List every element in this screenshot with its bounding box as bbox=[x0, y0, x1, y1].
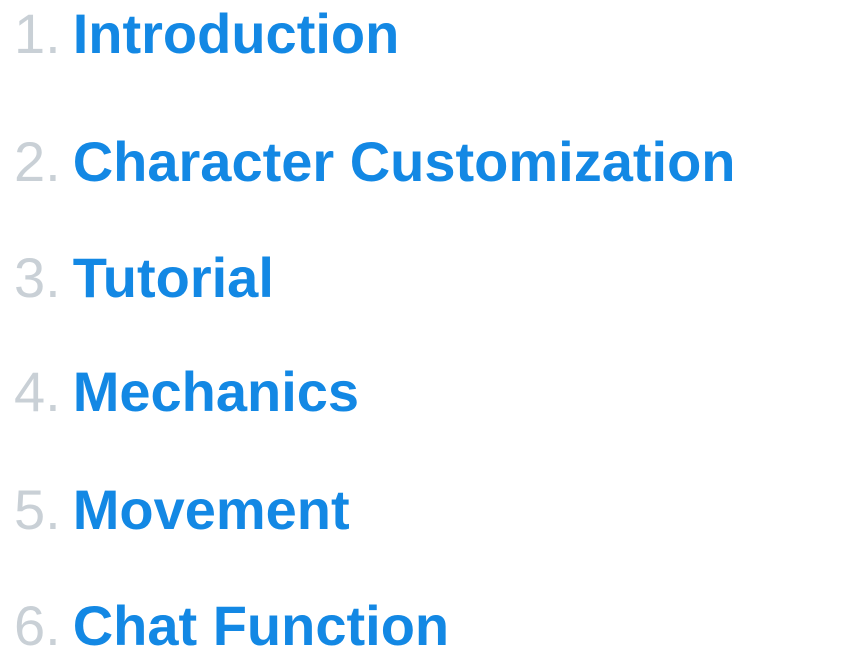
toc-item-number: 1 bbox=[14, 2, 46, 65]
toc-item-title: Tutorial bbox=[72, 246, 274, 309]
toc-item-separator: . bbox=[45, 594, 61, 657]
toc-item-title: Mechanics bbox=[72, 360, 360, 423]
toc-item-movement[interactable]: 5. Movement bbox=[14, 482, 350, 538]
toc-item-introduction[interactable]: 1. Introduction bbox=[14, 6, 399, 62]
toc-item-separator: . bbox=[45, 478, 61, 541]
toc-item-title: Movement bbox=[72, 478, 350, 541]
toc-item-number: 3 bbox=[14, 246, 46, 309]
toc-item-separator: . bbox=[45, 2, 61, 65]
toc-item-mechanics[interactable]: 4. Mechanics bbox=[14, 364, 359, 420]
toc-item-character-customization[interactable]: 2. Character Customization bbox=[14, 134, 736, 190]
toc-item-number: 5 bbox=[14, 478, 46, 541]
toc-item-title: Chat Function bbox=[72, 594, 450, 657]
table-of-contents: 1. Introduction 2. Character Customizati… bbox=[14, 0, 842, 656]
toc-item-number: 2 bbox=[14, 130, 46, 193]
toc-item-separator: . bbox=[45, 130, 61, 193]
toc-item-chat-function[interactable]: 6. Chat Function bbox=[14, 598, 449, 654]
toc-item-tutorial[interactable]: 3. Tutorial bbox=[14, 250, 274, 306]
toc-item-title: Introduction bbox=[72, 2, 400, 65]
toc-item-separator: . bbox=[45, 246, 61, 309]
toc-item-number: 4 bbox=[14, 360, 46, 423]
toc-item-separator: . bbox=[45, 360, 61, 423]
toc-item-number: 6 bbox=[14, 594, 46, 657]
toc-item-title: Character Customization bbox=[72, 130, 736, 193]
